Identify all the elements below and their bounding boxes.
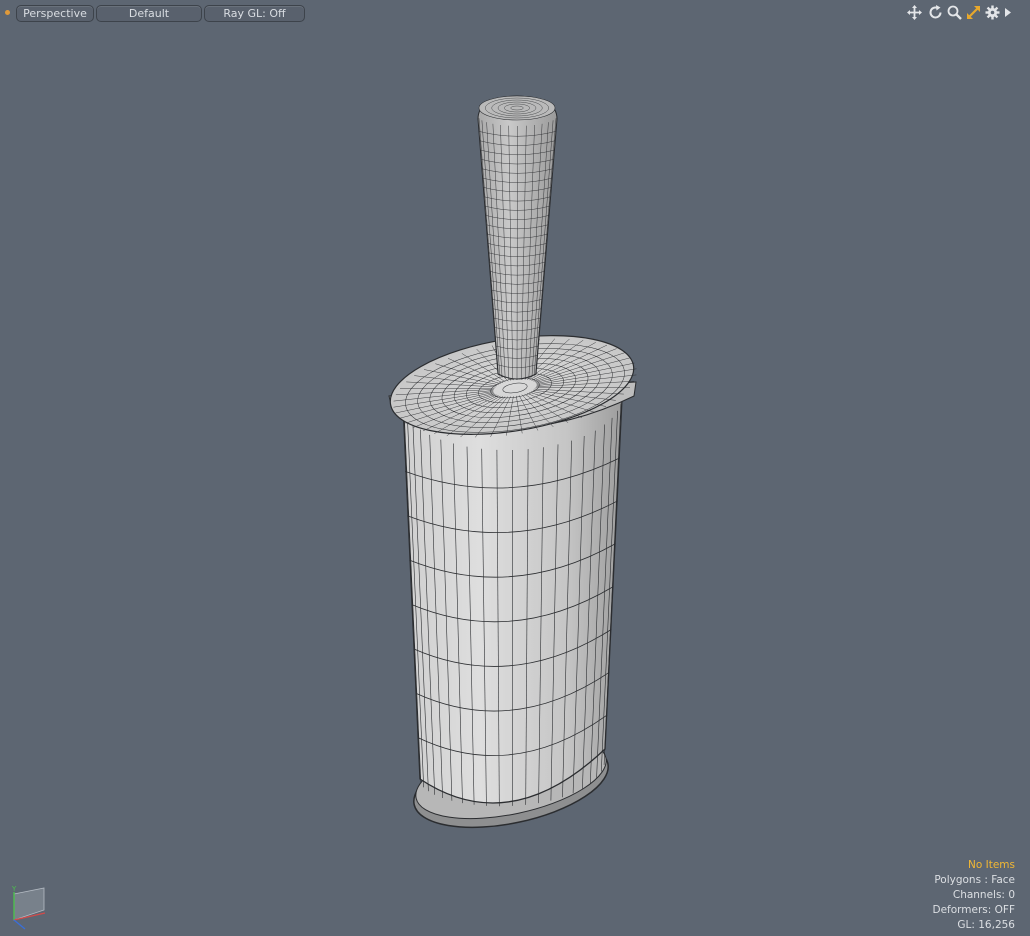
polygons-mode: Polygons : Face bbox=[934, 874, 1015, 886]
viewport-menu-dot-icon[interactable] bbox=[5, 10, 10, 15]
expand-arrow-icon[interactable] bbox=[1003, 4, 1013, 21]
shading-preset-dropdown[interactable]: Default bbox=[96, 5, 202, 22]
zoom-icon[interactable] bbox=[946, 4, 963, 21]
container-body[interactable] bbox=[402, 398, 623, 807]
axis-y-label: Y bbox=[11, 885, 17, 893]
axis-orientation-widget: Y bbox=[9, 884, 51, 932]
viewport-toolbar: Perspective Default Ray GL: Off bbox=[0, 0, 1030, 24]
viewport-status: No Items Polygons : Face Channels: 0 Def… bbox=[933, 858, 1016, 933]
move-icon[interactable] bbox=[906, 4, 923, 21]
raygl-toggle[interactable]: Ray GL: Off bbox=[204, 5, 305, 22]
selection-status: No Items bbox=[968, 859, 1015, 871]
toilet-brush-holder-mesh[interactable] bbox=[0, 24, 1030, 935]
maximize-icon[interactable] bbox=[965, 4, 982, 21]
viewport-navigation-tools bbox=[906, 4, 1016, 22]
gear-icon[interactable] bbox=[984, 4, 1001, 21]
deformers-status: Deformers: OFF bbox=[932, 904, 1016, 916]
rotate-icon[interactable] bbox=[927, 4, 944, 21]
view-mode-dropdown[interactable]: Perspective bbox=[16, 5, 94, 22]
channels-count: Channels: 0 bbox=[952, 889, 1015, 901]
gl-polycount: GL: 16,256 bbox=[957, 919, 1015, 931]
3d-viewport[interactable] bbox=[0, 24, 1030, 935]
